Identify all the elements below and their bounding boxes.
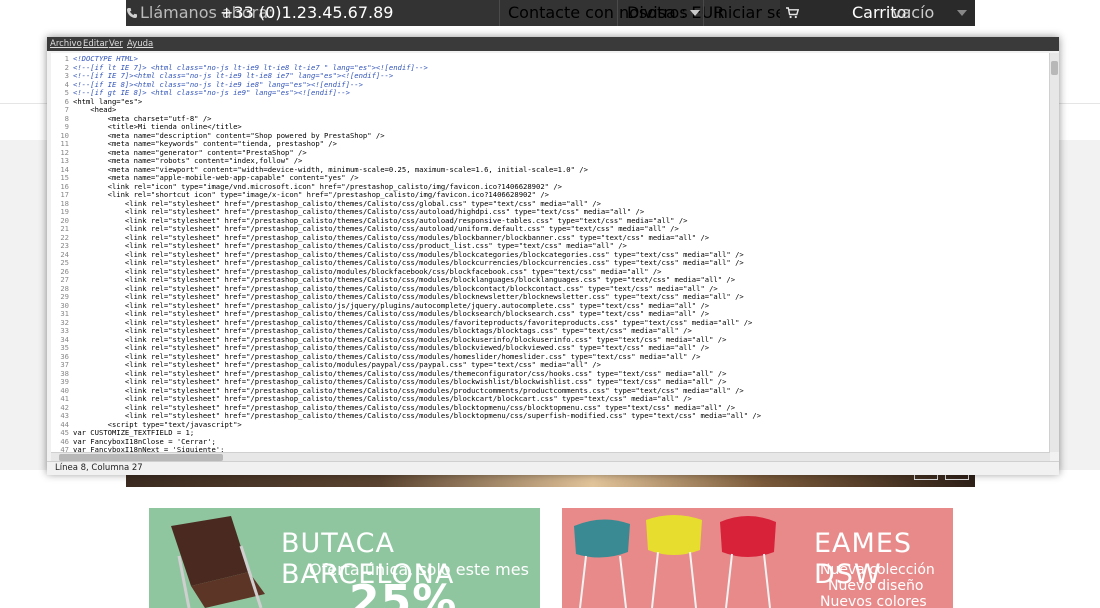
menu-ayuda[interactable]: Ayuda: [127, 37, 153, 51]
banner-eames[interactable]: EAMES DSW Nueva colección Nuevo diseño N…: [562, 508, 953, 608]
status-bar: Línea 8, Columna 27: [47, 461, 1059, 475]
chevron-down-icon: [957, 10, 967, 16]
top-bar: Llámanos ahora: +33 (0)1.23.45.67.89 Con…: [0, 0, 1100, 26]
banner-butaca[interactable]: BUTACA BARCELONA Oferta única, solo este…: [149, 508, 540, 608]
code-editor[interactable]: 1 <!DOCTYPE HTML> 2 <!--[if lt IE 7]> <html…: [51, 53, 1050, 452]
phone-icon: [127, 8, 137, 18]
cart-icon: [786, 7, 799, 19]
cart-block[interactable]: Carrito: vacío: [780, 0, 975, 26]
menu-ver[interactable]: Ver: [109, 37, 123, 51]
banner-line-3: Nuevos colores: [820, 594, 927, 608]
banner-line-2: Nuevo diseño: [828, 578, 924, 594]
chevron-down-icon: [690, 10, 700, 16]
chairs-image: [574, 515, 776, 608]
currency-selector[interactable]: Divisa : EUR: [617, 0, 724, 26]
banner-discount: 25%: [349, 576, 458, 608]
menu-editar[interactable]: Editar: [83, 37, 108, 51]
menu-bar: Archivo Editar Ver Ayuda: [47, 37, 1059, 51]
banner-line-1: Nueva colección: [820, 562, 935, 578]
cursor-position: Línea 8, Columna 27: [55, 463, 143, 473]
scrollbar-thumb[interactable]: [59, 454, 223, 461]
vertical-scrollbar[interactable]: [1049, 53, 1059, 452]
contact-link[interactable]: Contacte con nosotros: [499, 0, 688, 26]
menu-archivo[interactable]: Archivo: [50, 37, 82, 51]
cart-value: vacío: [892, 3, 935, 22]
phone-number: +33 (0)1.23.45.67.89: [220, 3, 394, 22]
scrollbar-thumb[interactable]: [1051, 61, 1058, 75]
login-link[interactable]: Iniciar sesión: [703, 0, 818, 26]
armchair-image: [171, 516, 265, 608]
source-viewer-window: Archivo Editar Ver Ayuda 1 <!DOCTYPE HTML…: [47, 37, 1059, 475]
